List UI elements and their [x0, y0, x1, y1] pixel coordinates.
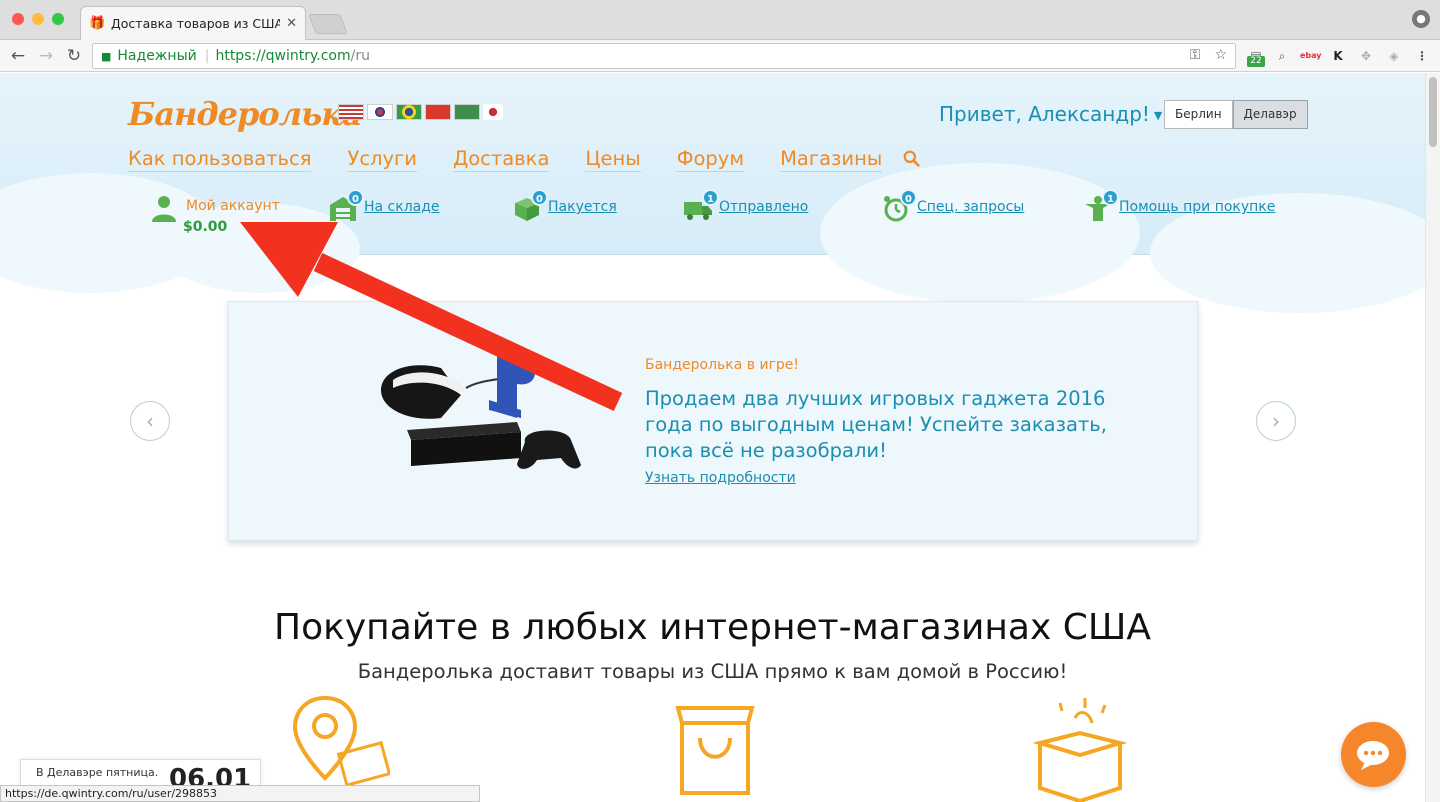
user-greeting[interactable]: Привет, Александр! ▼	[939, 102, 1162, 126]
main-nav: Как пользоваться Услуги Доставка Цены Фо…	[128, 147, 883, 172]
reload-icon[interactable]: ↻	[64, 46, 84, 66]
helper-person-icon: 1	[1083, 189, 1119, 223]
chat-bubble-icon	[1357, 741, 1389, 770]
status-count-badge: 0	[347, 189, 364, 206]
zoom-window-icon[interactable]	[52, 13, 64, 25]
clock-text: В Делавэре пятница.	[36, 766, 159, 779]
url-host: https://qwintry.com	[215, 48, 351, 64]
promo-details-link[interactable]: Узнать подробности	[645, 470, 796, 486]
scrollbar-thumb[interactable]	[1429, 77, 1437, 147]
hero-subtitle: Бандеролька доставит товары из США прямо…	[357, 660, 1068, 683]
warehouse-berlin-button[interactable]: Берлин	[1164, 100, 1233, 129]
tab-title: Доставка товаров из США. То	[111, 16, 280, 31]
url-path: /ru	[350, 48, 370, 64]
status-label: Пакуется	[548, 199, 617, 215]
account-balance: $0.00	[183, 219, 228, 235]
nav-stores[interactable]: Магазины	[780, 147, 883, 172]
flag-korea-icon[interactable]	[367, 104, 393, 120]
status-count-badge: 1	[1102, 189, 1119, 206]
browser-status-url: https://de.qwintry.com/ru/user/298853	[0, 785, 480, 802]
bookmark-star-icon[interactable]: ☆	[1214, 47, 1227, 63]
nav-delivery[interactable]: Доставка	[452, 147, 550, 172]
extension-puzzle-icon[interactable]: ✥	[1356, 46, 1376, 66]
ebay-extension-icon[interactable]: ebay	[1300, 46, 1322, 66]
warehouse-toggle: Берлин Делавэр	[1164, 100, 1308, 129]
status-label: Отправлено	[719, 199, 809, 215]
status-special-requests[interactable]: 0 Спец. запросы	[881, 189, 1025, 223]
account-status-row: Мой аккаунт $0.00 0 На складе 0 Пакуется	[0, 189, 1425, 243]
my-account-label: Мой аккаунт	[186, 198, 280, 214]
k-extension-icon[interactable]: K	[1328, 46, 1348, 66]
site-logo[interactable]: Бандеролька	[128, 95, 363, 133]
omnibox-actions: ⚿ ☆	[1190, 47, 1227, 63]
promo-banner[interactable]: Бандеролька в игре! Продаем два лучших и…	[228, 301, 1198, 541]
gift-favicon-icon: 🎁	[89, 15, 106, 31]
nav-prices[interactable]: Цены	[585, 147, 641, 172]
nav-forum[interactable]: Форум	[676, 147, 745, 172]
chat-button[interactable]	[1341, 722, 1406, 787]
alarm-clock-icon: 0	[881, 189, 917, 223]
browser-toolbar: ← → ↻ ■ Надежный | https://qwintry.com /…	[0, 40, 1440, 72]
search-icon[interactable]	[903, 150, 920, 167]
carousel-next-button[interactable]: ›	[1256, 401, 1296, 441]
warehouse-icon: 0	[328, 189, 364, 223]
flag-china-icon[interactable]	[425, 104, 451, 120]
promo-text: Продаем два лучших игровых гаджета 2016 …	[645, 387, 1107, 462]
page-scrollbar[interactable]	[1425, 73, 1440, 802]
country-flags	[338, 104, 503, 120]
minimize-window-icon[interactable]	[32, 13, 44, 25]
status-count-badge: 0	[531, 189, 548, 206]
extension-badge: 22	[1247, 56, 1265, 67]
lock-icon: ■	[101, 49, 112, 63]
carousel-prev-button[interactable]: ‹	[130, 401, 170, 441]
forward-arrow-icon[interactable]: →	[36, 46, 56, 66]
window-controls	[12, 13, 64, 25]
status-label: На складе	[364, 199, 440, 215]
promo-eyebrow: Бандеролька в игре!	[645, 357, 800, 373]
page-content: Бандеролька Привет, Александр! ▼ Берлин Д…	[0, 73, 1425, 802]
status-label: Помощь при покупке	[1119, 199, 1276, 215]
flag-brazil-icon[interactable]	[396, 104, 422, 120]
omnibox-separator: |	[204, 48, 210, 64]
back-arrow-icon[interactable]: ←	[8, 46, 28, 66]
status-in-warehouse[interactable]: 0 На складе	[328, 189, 440, 223]
secure-label: Надежный	[117, 48, 197, 64]
profile-icon[interactable]: ●	[1412, 10, 1430, 28]
nav-services[interactable]: Услуги	[347, 147, 417, 172]
status-label: Спец. запросы	[917, 199, 1025, 215]
status-shipped[interactable]: 1 Отправлено	[683, 189, 809, 223]
hero-title: Покупайте в любых интернет-магазинах США	[274, 607, 1151, 648]
extension-magnifier-icon[interactable]: ⌕	[1272, 46, 1292, 66]
greeting-text: Привет, Александр!	[939, 102, 1150, 126]
playstation-vr-image	[381, 348, 581, 469]
browser-tab-active[interactable]: 🎁 Доставка товаров из США. То ✕	[80, 6, 306, 40]
nav-how-to-use[interactable]: Как пользоваться	[128, 147, 312, 172]
site-header: Бандеролька Привет, Александр! ▼ Берлин Д…	[0, 73, 1425, 313]
status-purchase-help[interactable]: 1 Помощь при покупке	[1083, 189, 1276, 223]
flag-saudi-icon[interactable]	[454, 104, 480, 120]
key-icon[interactable]: ⚿	[1190, 47, 1201, 63]
browser-tabbar: 🎁 Доставка товаров из США. То ✕ ●	[0, 0, 1440, 40]
menu-dots-icon[interactable]: ⋮	[1412, 46, 1432, 66]
flag-usa-icon[interactable]	[338, 104, 364, 120]
open-box-icon: 0	[512, 189, 548, 223]
address-bar[interactable]: ■ Надежный | https://qwintry.com /ru ⚿ ☆	[92, 43, 1236, 69]
new-tab-button[interactable]	[308, 14, 348, 34]
extension-diamond-icon[interactable]: ◈	[1384, 46, 1404, 66]
user-icon	[152, 196, 176, 222]
truck-icon: 1	[683, 189, 719, 223]
chevron-down-icon: ▼	[1153, 109, 1163, 122]
shopping-bag-icon	[675, 706, 755, 795]
tab-close-icon[interactable]: ✕	[286, 16, 297, 31]
status-packing[interactable]: 0 Пакуется	[512, 189, 617, 223]
status-count-badge: 0	[900, 189, 917, 206]
warehouse-delaware-button[interactable]: Делавэр	[1232, 100, 1308, 129]
close-window-icon[interactable]	[12, 13, 24, 25]
flag-japan-icon[interactable]	[483, 104, 503, 120]
gift-box-icon	[1032, 698, 1128, 802]
status-count-badge: 1	[702, 189, 719, 206]
